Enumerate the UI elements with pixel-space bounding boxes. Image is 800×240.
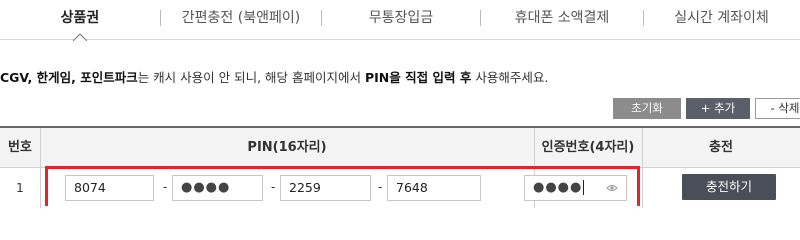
auth-code-value: ●●●● [533,180,583,195]
notice-tail: 사용해주세요. [471,70,549,85]
reset-button[interactable]: 초기화 [613,98,681,119]
pin-separator: - [163,180,168,194]
delete-row-button[interactable]: - 삭제 [755,98,800,119]
column-divider [642,128,643,208]
header-auth: 인증번호(4자리) [541,140,635,155]
pin-field-1[interactable]: 8074 [65,175,154,201]
row-number: 1 [16,181,24,195]
header-number: 번호 [8,140,32,155]
tab-easy-charge[interactable]: 간편충전 (북앤페이) [161,0,321,40]
add-row-button[interactable]: + 추가 [686,98,750,119]
header-pin: PIN(16자리) [247,140,327,155]
pin-field-4[interactable]: 7648 [387,175,481,201]
tab-label: 휴대폰 소액결제 [514,9,610,26]
active-tab-notch [73,32,87,41]
notice-text: CGV, 한게임, 포인트파크는 캐시 사용이 안 되니, 해당 홈페이지에서 … [0,67,800,86]
pin-separator: - [271,180,276,194]
notice-emphasis: PIN을 직접 입력 후 [365,70,472,85]
table-header: 번호 PIN(16자리) 인증번호(4자리) 충전 [0,128,800,168]
text-caret [583,180,585,195]
column-divider [40,128,41,208]
tab-label: 무통장입금 [368,9,434,26]
tab-bank-deposit[interactable]: 무통장입금 [322,0,480,40]
notice-sites: CGV, 한게임, 포인트파크 [0,70,138,85]
auth-code-field[interactable]: ●●●● [524,175,627,201]
tab-gift-card[interactable]: 상품권 [0,0,160,41]
tab-label: 간편충전 (북앤페이) [181,9,301,26]
pin-field-2[interactable]: ●●●● [172,175,263,201]
tab-label: 상품권 [60,9,100,26]
tab-mobile-payment[interactable]: 휴대폰 소액결제 [481,0,643,40]
header-charge: 충전 [709,140,733,155]
notice-body: 는 캐시 사용이 안 되니, 해당 홈페이지에서 [137,70,365,85]
row-actions: 초기화 + 추가 - 삭제 [613,98,800,119]
pin-field-3[interactable]: 2259 [280,175,371,201]
tab-bank-transfer[interactable]: 실시간 계좌이체 [644,0,799,40]
reveal-password-icon[interactable] [606,182,618,194]
tab-label: 실시간 계좌이체 [674,9,769,26]
pin-separator: - [378,180,383,194]
payment-method-tabs: 상품권 간편충전 (북앤페이) 무통장입금 휴대폰 소액결제 실시간 계좌이체 [0,0,800,41]
charge-button[interactable]: 충전하기 [682,174,776,200]
